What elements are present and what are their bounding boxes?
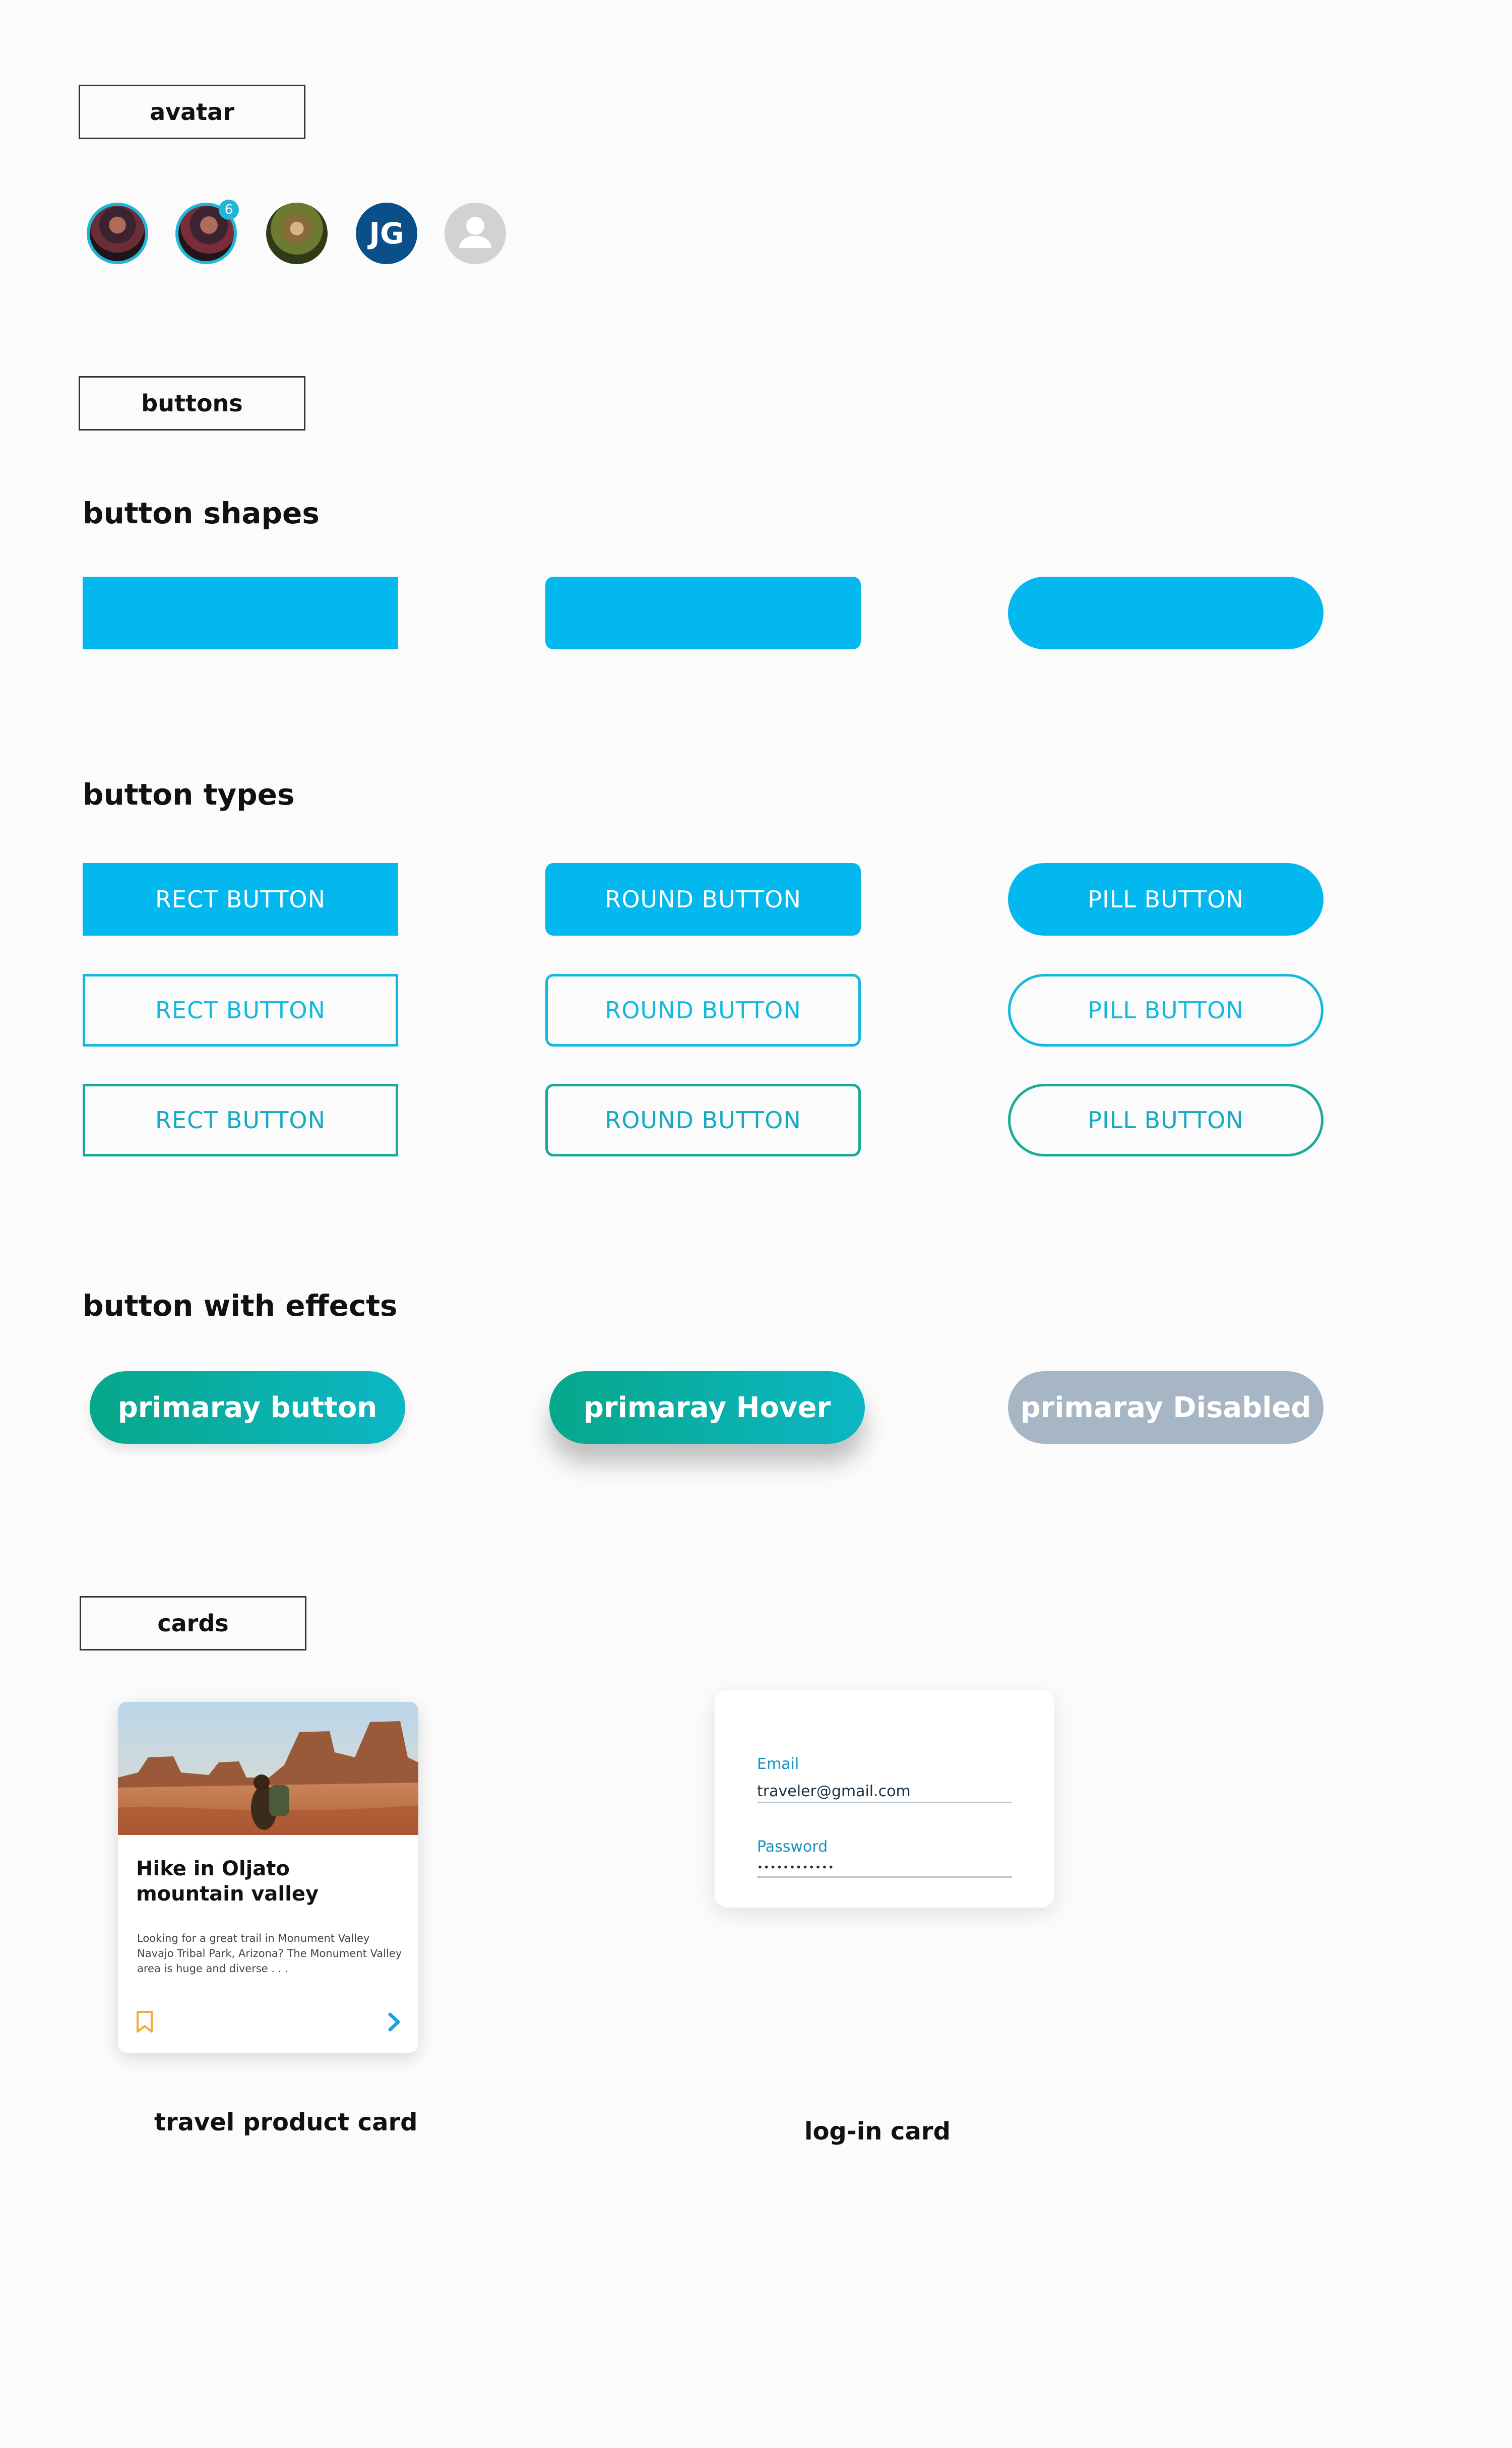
caption-travel-product-card: travel product card [154, 2108, 418, 2136]
heading-button-shapes: button shapes [83, 496, 320, 530]
section-label-avatar: avatar [79, 85, 305, 139]
rect-button-outline-teal[interactable]: RECT BUTTON [83, 1084, 398, 1156]
password-label: Password [757, 1838, 828, 1856]
rect-button-outline[interactable]: RECT BUTTON [83, 974, 398, 1047]
heading-button-types: button types [83, 777, 295, 812]
card-title: Hike in Oljato mountain valley [136, 1857, 319, 1906]
pill-button-filled[interactable]: PILL BUTTON [1008, 863, 1324, 936]
caption-login-card: log-in card [804, 2117, 951, 2146]
pill-button-outline[interactable]: PILL BUTTON [1008, 974, 1324, 1047]
email-label: Email [757, 1755, 799, 1773]
password-field[interactable]: •••••••••••• [757, 1861, 835, 1873]
user-icon [459, 217, 491, 248]
round-button-outline[interactable]: ROUND BUTTON [545, 974, 861, 1047]
primary-hover-button[interactable]: primaray Hover [549, 1371, 865, 1444]
email-field[interactable]: traveler@gmail.com [757, 1783, 911, 1800]
bookmark-icon[interactable] [136, 2010, 153, 2034]
section-label-buttons: buttons [79, 376, 305, 431]
round-shape-button[interactable] [545, 577, 861, 649]
pill-shape-button[interactable] [1008, 577, 1324, 649]
primary-disabled-button: primaray Disabled [1008, 1371, 1324, 1444]
password-underline [757, 1876, 1012, 1878]
login-card: Email traveler@gmail.com Password ••••••… [715, 1690, 1054, 1908]
card-photo [118, 1702, 418, 1835]
avatar-photo[interactable] [87, 203, 148, 264]
avatar-default[interactable] [445, 203, 506, 264]
notification-badge: 6 [219, 200, 239, 220]
round-button-filled[interactable]: ROUND BUTTON [545, 863, 861, 936]
primary-button[interactable]: primaray button [90, 1371, 405, 1444]
round-button-outline-teal[interactable]: ROUND BUTTON [545, 1084, 861, 1156]
rect-button-filled[interactable]: RECT BUTTON [83, 863, 398, 936]
travel-product-card[interactable]: Hike in Oljato mountain valley Looking f… [118, 1702, 418, 2053]
pill-button-outline-teal[interactable]: PILL BUTTON [1008, 1084, 1324, 1156]
email-underline [757, 1802, 1012, 1803]
section-label-cards: cards [80, 1596, 306, 1650]
avatar-initials[interactable]: JG [356, 203, 417, 264]
heading-button-effects: button with effects [83, 1289, 398, 1323]
card-description: Looking for a great trail in Monument Va… [137, 1932, 402, 1975]
avatar-photo-plain[interactable] [266, 203, 328, 264]
chevron-right-icon[interactable] [385, 2010, 402, 2034]
rect-shape-button[interactable] [83, 577, 398, 649]
